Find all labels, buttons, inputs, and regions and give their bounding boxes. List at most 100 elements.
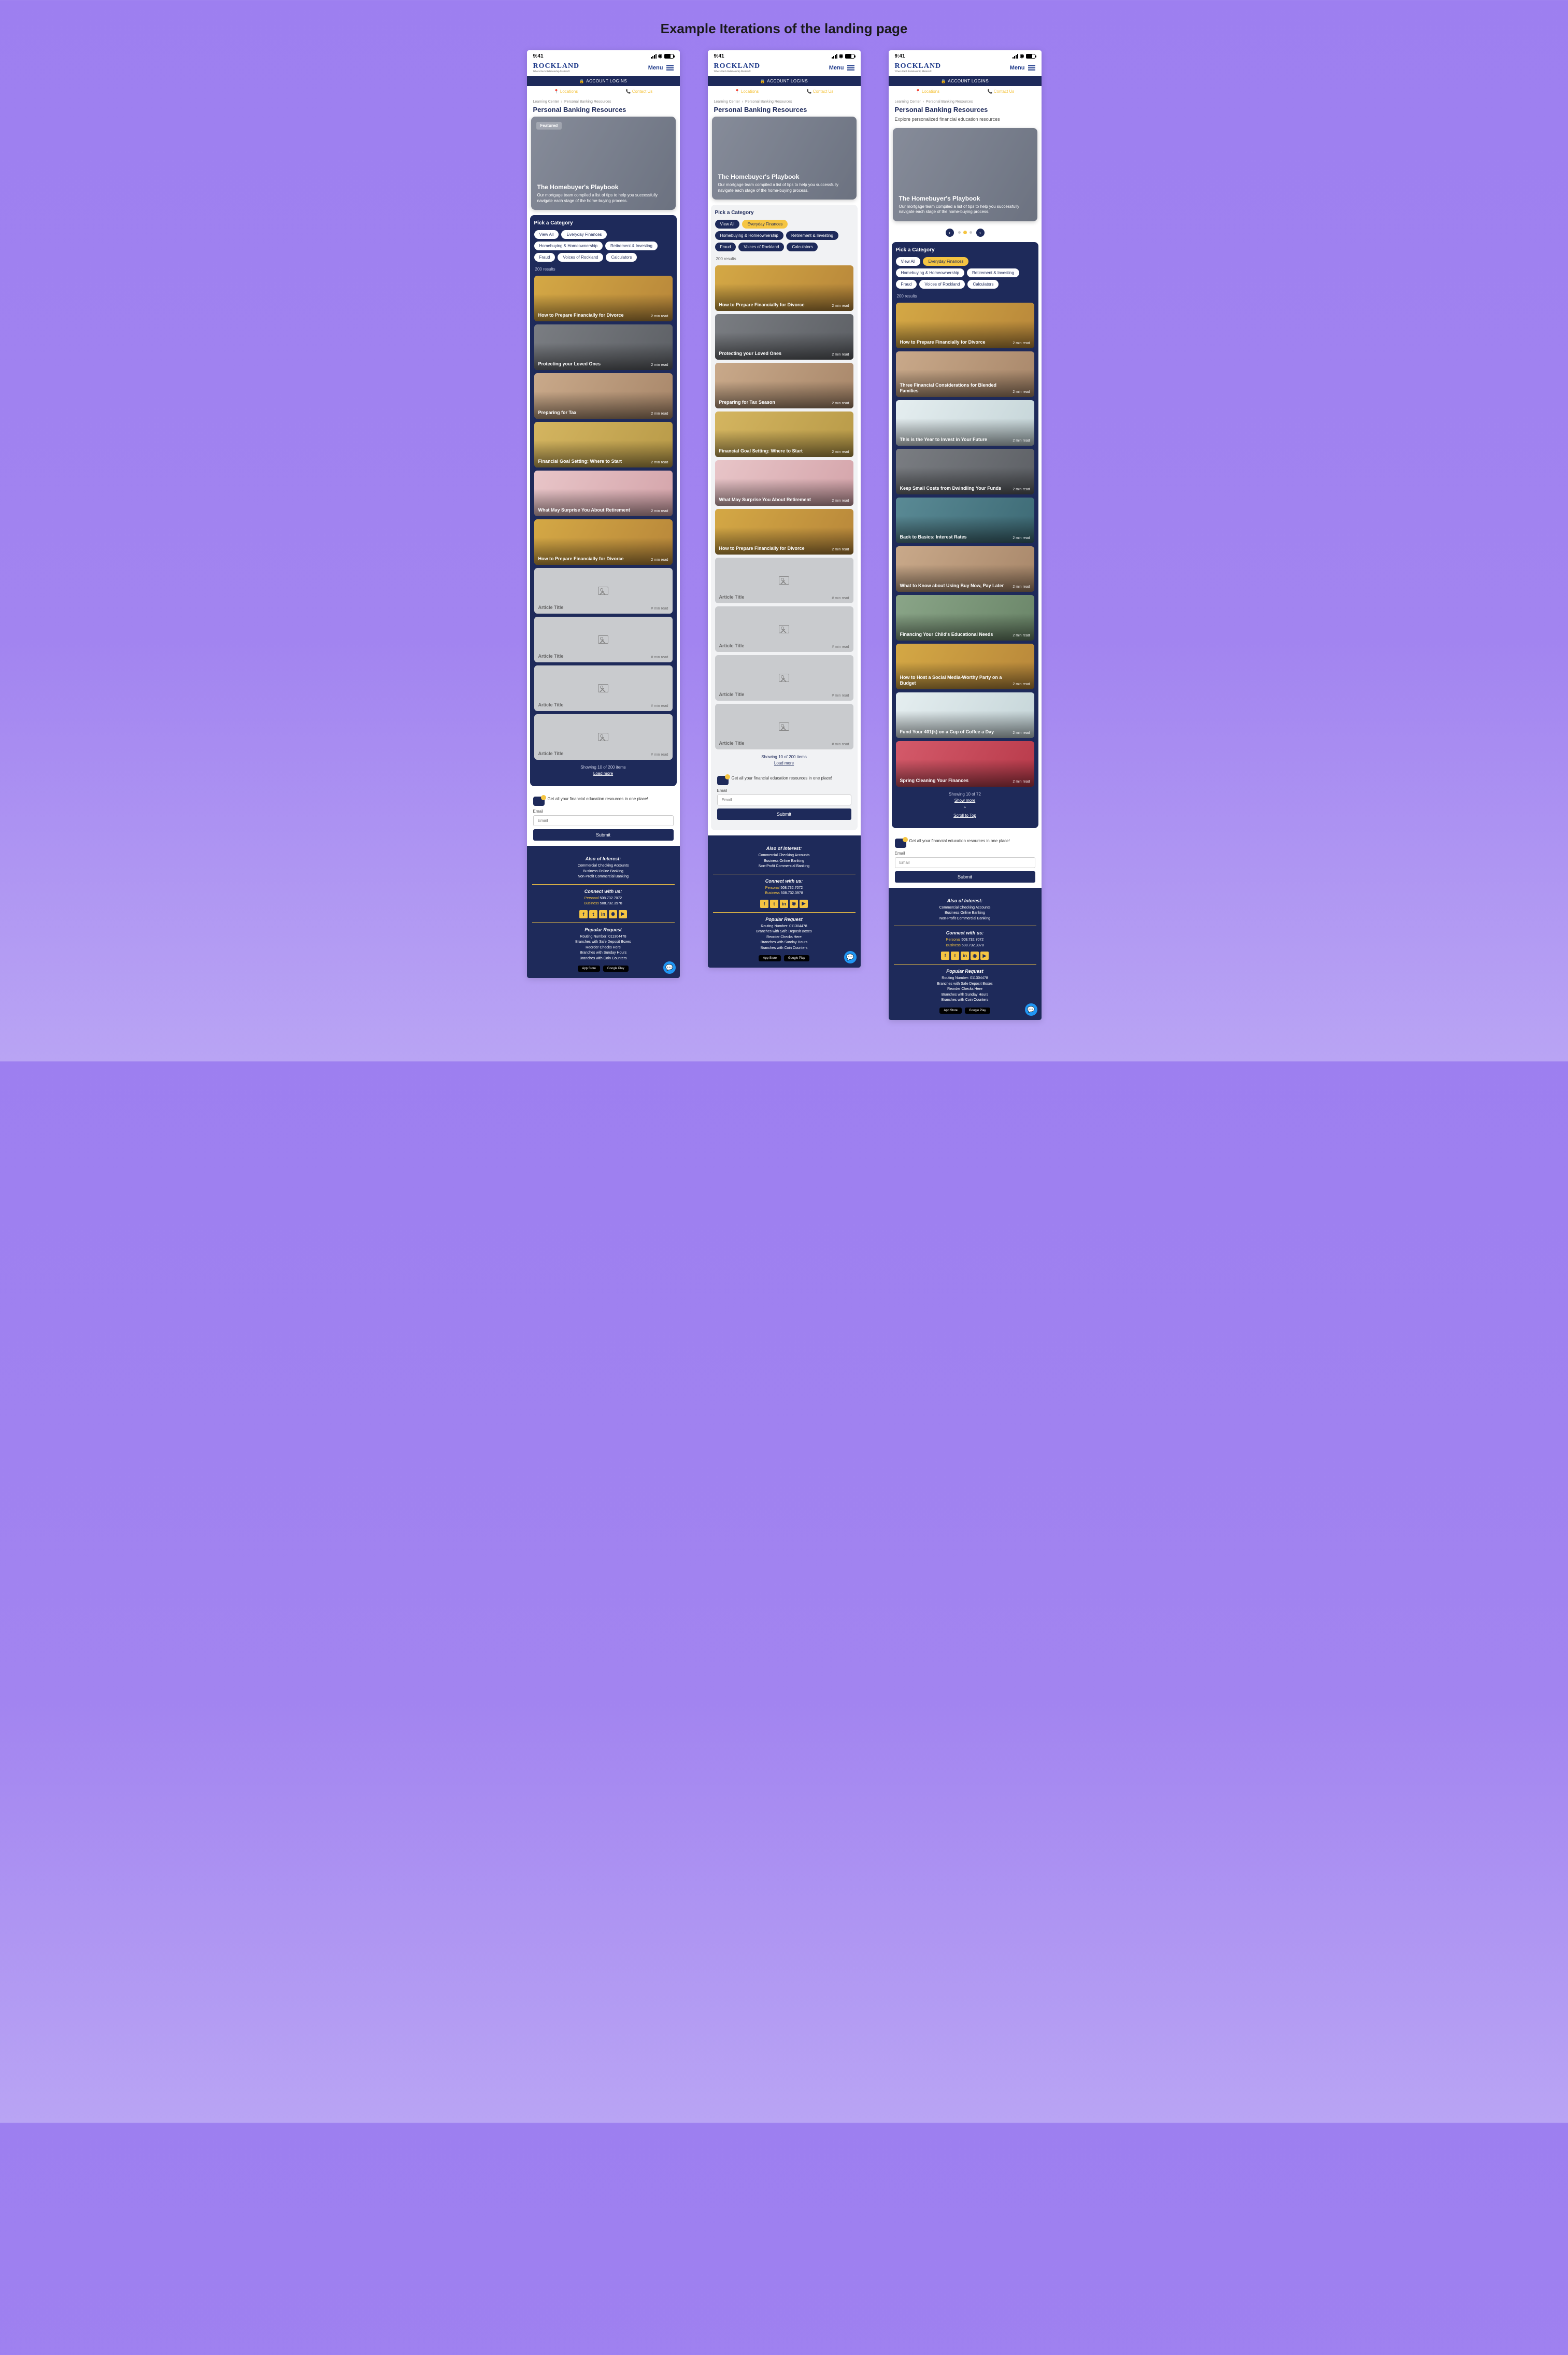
article-card[interactable]: What May Surprise You About Retirement2 … [534, 471, 673, 516]
footer-link[interactable]: Branches with Safe Deposit Boxes [756, 930, 811, 933]
app-store-badge[interactable]: App Store [759, 955, 781, 961]
contact-link[interactable]: 📞 Contact Us [988, 89, 1015, 94]
article-card[interactable]: Fund Your 401(k) on a Cup of Coffee a Da… [896, 692, 1034, 738]
show-more-link[interactable]: Show more [901, 798, 1029, 803]
footer-link[interactable]: Reorder Checks Here [766, 935, 802, 939]
article-placeholder[interactable]: Article Title# min read [715, 655, 853, 701]
scroll-top-link[interactable]: Scroll to Top [901, 813, 1029, 818]
footer-link[interactable]: Commercial Checking Accounts [939, 906, 991, 910]
chip-calc[interactable]: Calculators [787, 243, 818, 251]
article-placeholder[interactable]: Article Title# min read [715, 606, 853, 652]
chat-button[interactable]: 💬 [844, 951, 857, 963]
chip-retire[interactable]: Retirement & Investing [605, 242, 658, 250]
article-placeholder[interactable]: Article Title# min read [534, 714, 673, 760]
footer-link[interactable]: Non-Profit Commercial Banking [578, 875, 629, 878]
crumb-learning[interactable]: Learning Center [895, 100, 921, 104]
footer-link[interactable]: Reorder Checks Here [947, 987, 982, 991]
article-card[interactable]: Financial Goal Setting: Where to Start2 … [534, 422, 673, 467]
chip-viewall[interactable]: View All [896, 257, 921, 266]
google-play-badge[interactable]: Google Play [784, 955, 809, 961]
chip-everyday[interactable]: Everyday Finances [561, 230, 607, 239]
footer-link[interactable]: Business Online Banking [764, 859, 804, 863]
footer-link[interactable]: Branches with Coin Counters [580, 957, 627, 960]
chip-viewall[interactable]: View All [534, 230, 559, 239]
twitter-icon[interactable]: t [770, 900, 778, 908]
account-logins-bar[interactable]: 🔒ACCOUNT LOGINS [889, 76, 1042, 86]
dot-active[interactable] [963, 231, 967, 234]
facebook-icon[interactable]: f [579, 910, 588, 918]
crumb-learning[interactable]: Learning Center [533, 100, 559, 104]
article-card[interactable]: How to Prepare Financially for Divorce2 … [896, 303, 1034, 348]
dot[interactable] [958, 231, 961, 234]
email-input[interactable] [895, 857, 1035, 868]
article-card[interactable]: How to Prepare Financially for Divorce2 … [715, 509, 853, 555]
crumb-learning[interactable]: Learning Center [714, 100, 740, 104]
youtube-icon[interactable]: ▶ [800, 900, 808, 908]
chip-home[interactable]: Homebuying & Homeownership [534, 242, 603, 250]
app-store-badge[interactable]: App Store [939, 1008, 962, 1014]
footer-link[interactable]: Commercial Checking Accounts [578, 864, 629, 868]
account-logins-bar[interactable]: 🔒ACCOUNT LOGINS [527, 76, 680, 86]
chip-viewall[interactable]: View All [715, 220, 740, 229]
load-more-link[interactable]: Load more [720, 761, 848, 765]
chip-everyday-selected[interactable]: Everyday Finances [742, 220, 788, 229]
account-logins-bar[interactable]: 🔒ACCOUNT LOGINS [708, 76, 861, 86]
contact-link[interactable]: 📞 Contact Us [626, 89, 653, 94]
article-card[interactable]: Back to Basics: Interest Rates2 min read [896, 498, 1034, 543]
submit-button[interactable]: Submit [533, 829, 674, 841]
next-button[interactable]: › [976, 229, 985, 237]
submit-button[interactable]: Submit [717, 808, 851, 820]
footer-link[interactable]: Routing Number: 011304478 [580, 935, 626, 939]
chip-retire[interactable]: Retirement & Investing [786, 231, 838, 240]
footer-link[interactable]: Branches with Safe Deposit Boxes [575, 940, 631, 944]
footer-link[interactable]: Business Online Banking [945, 911, 985, 915]
chip-fraud[interactable]: Fraud [715, 243, 736, 251]
footer-link[interactable]: Business Online Banking [583, 870, 623, 873]
menu-button[interactable]: Menu [1010, 65, 1035, 71]
facebook-icon[interactable]: f [941, 952, 949, 960]
article-card[interactable]: How to Host a Social Media-Worthy Party … [896, 644, 1034, 689]
article-card[interactable]: Protecting your Loved Ones2 min read [715, 314, 853, 360]
article-card[interactable]: Preparing for Tax2 min read [534, 373, 673, 419]
instagram-icon[interactable]: ◉ [971, 952, 979, 960]
contact-link[interactable]: 📞 Contact Us [807, 89, 834, 94]
footer-link[interactable]: Routing Number: 011304478 [942, 976, 988, 980]
footer-link[interactable]: Branches with Sunday Hours [942, 993, 988, 997]
email-input[interactable] [717, 795, 851, 805]
menu-button[interactable]: Menu [829, 65, 854, 71]
twitter-icon[interactable]: t [589, 910, 597, 918]
email-input[interactable] [533, 815, 674, 826]
chip-home[interactable]: Homebuying & Homeownership [715, 231, 784, 240]
article-placeholder[interactable]: Article Title# min read [534, 665, 673, 711]
instagram-icon[interactable]: ◉ [609, 910, 617, 918]
instagram-icon[interactable]: ◉ [790, 900, 798, 908]
footer-link[interactable]: Branches with Safe Deposit Boxes [937, 982, 992, 986]
chip-retire[interactable]: Retirement & Investing [967, 268, 1019, 277]
prev-button[interactable]: ‹ [946, 229, 954, 237]
chip-voices[interactable]: Voices of Rockland [558, 253, 603, 262]
article-card[interactable]: How to Prepare Financially for Divorce2 … [715, 265, 853, 311]
article-placeholder[interactable]: Article Title# min read [534, 617, 673, 662]
linkedin-icon[interactable]: in [961, 952, 969, 960]
article-card[interactable]: What May Surprise You About Retirement2 … [715, 460, 853, 506]
footer-link[interactable]: Commercial Checking Accounts [759, 854, 810, 857]
chip-voices[interactable]: Voices of Rockland [738, 243, 784, 251]
article-card[interactable]: Financing Your Child's Educational Needs… [896, 595, 1034, 641]
youtube-icon[interactable]: ▶ [619, 910, 627, 918]
submit-button[interactable]: Submit [895, 871, 1035, 883]
hero-card[interactable]: The Homebuyer's Playbook Our mortgage te… [893, 128, 1037, 221]
bank-logo[interactable]: ROCKLANDWhere Each Relationship Matters® [714, 62, 761, 73]
chip-fraud[interactable]: Fraud [534, 253, 555, 262]
article-card[interactable]: How to Prepare Financially for Divorce2 … [534, 519, 673, 565]
locations-link[interactable]: 📍 Locations [916, 89, 939, 94]
chat-button[interactable]: 💬 [1025, 1003, 1037, 1016]
article-placeholder[interactable]: Article Title# min read [715, 558, 853, 603]
footer-link[interactable]: Branches with Sunday Hours [580, 951, 626, 955]
footer-link[interactable]: Routing Number: 011304478 [761, 925, 807, 928]
app-store-badge[interactable]: App Store [578, 966, 600, 972]
crumb-personal[interactable]: Personal Banking Resources [564, 100, 611, 104]
footer-link[interactable]: Non-Profit Commercial Banking [759, 864, 809, 868]
chip-calc[interactable]: Calculators [606, 253, 637, 262]
footer-link[interactable]: Branches with Coin Counters [942, 998, 989, 1002]
chip-everyday-selected[interactable]: Everyday Finances [923, 257, 968, 266]
